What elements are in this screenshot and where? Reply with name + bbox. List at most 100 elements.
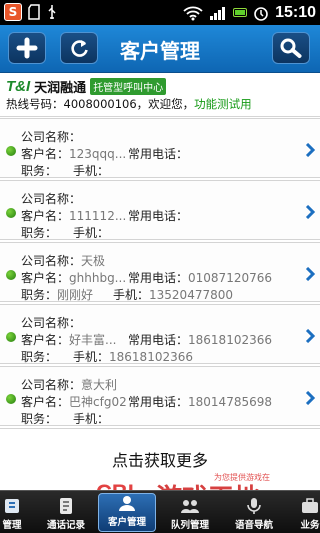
phone-label: 常用电话：	[128, 395, 189, 409]
phone-line: 常用电话：18618102366	[128, 331, 272, 348]
user-name-link[interactable]: 功能测试用	[194, 97, 252, 111]
brand-name: 天润融通	[34, 81, 87, 96]
tab-label: 客户管理	[107, 517, 146, 528]
title-bar: 客户管理	[0, 25, 320, 73]
company-label: 公司名称：	[21, 378, 82, 392]
phone-value: 18014785698	[188, 395, 272, 409]
name-line: 客户名：123qqq...	[21, 145, 126, 162]
company-value: 意大利	[81, 378, 118, 392]
tab-call-log[interactable]: 通话记录	[38, 491, 94, 533]
tab-label: 语音导航	[234, 520, 273, 531]
brand-tag: 托管型呼叫中心	[90, 78, 167, 95]
tab-queue-management[interactable]: 队列管理	[162, 491, 218, 533]
load-more-button[interactable]: 点击获取更多	[0, 428, 320, 490]
phone-label: 常用电话：	[128, 147, 189, 161]
tab-manage[interactable]: 管理	[0, 491, 34, 533]
company-line: 公司名称：天极	[21, 252, 105, 269]
position-label: 职务：	[21, 226, 58, 240]
customer-label: 客户名：	[21, 333, 70, 347]
position-label: 职务：	[21, 288, 58, 302]
clock: 15:10	[275, 3, 316, 21]
battery-icon	[233, 8, 248, 17]
online-status-icon	[6, 270, 16, 280]
mobile-line: 手机：18618102366	[73, 348, 193, 365]
phone-value: 01087120766	[188, 271, 272, 285]
tab-business[interactable]: 业务	[290, 491, 320, 533]
phone-line: 常用电话：	[128, 207, 188, 224]
customer-row[interactable]: 公司名称： 客户名：123qqq... 常用电话： 职务： 手机：	[0, 118, 320, 178]
mobile-line: 手机：	[73, 162, 109, 179]
position-line: 职务：	[21, 410, 57, 427]
brand-banner: T&I 天润融通 托管型呼叫中心 热线号码：4008000106，欢迎您，功能测…	[0, 73, 320, 117]
name-line: 客户名：好丰富...	[21, 331, 116, 348]
name-line: 客户名：111112...	[21, 207, 126, 224]
phone-label: 常用电话：	[128, 271, 189, 285]
phone-label: 常用电话：	[128, 209, 189, 223]
chevron-right-icon	[305, 205, 316, 219]
sd-card-icon	[28, 4, 40, 20]
customer-icon	[119, 496, 135, 511]
mobile-value: 13520477800	[149, 288, 233, 302]
company-line: 公司名称：	[21, 190, 81, 207]
status-bar: S 15:10	[0, 0, 320, 25]
company-line: 公司名称：	[21, 128, 81, 145]
customer-row[interactable]: 公司名称：天极 客户名：ghhhbg... 常用电话：01087120766 职…	[0, 242, 320, 302]
customer-value: ghhhbg...	[69, 271, 127, 285]
chevron-right-icon	[305, 143, 316, 157]
search-button[interactable]	[272, 32, 310, 64]
name-line: 客户名：ghhhbg...	[21, 269, 126, 286]
company-value: 天极	[81, 254, 106, 268]
position-label: 职务：	[21, 412, 58, 426]
customer-row[interactable]: 公司名称： 客户名：好丰富... 常用电话：18618102366 职务： 手机…	[0, 304, 320, 364]
phone-line: 常用电话：18014785698	[128, 393, 272, 410]
company-label: 公司名称：	[21, 316, 82, 330]
wifi-icon	[183, 6, 203, 20]
online-status-icon	[6, 208, 16, 218]
position-value: 刚刚好	[57, 288, 94, 302]
customer-label: 客户名：	[21, 147, 70, 161]
mobile-line: 手机：	[73, 410, 109, 427]
customer-row[interactable]: 公司名称：意大利 客户名：巴神cfg02 常用电话：18014785698 职务…	[0, 366, 320, 426]
phone-line: 常用电话：	[128, 145, 188, 162]
signal-icon	[210, 6, 226, 20]
hotline-text: 热线号码：4008000106，欢迎您，功能测试用	[6, 96, 252, 112]
customer-value: 好丰富...	[69, 333, 117, 347]
company-label: 公司名称：	[21, 192, 82, 206]
position-line: 职务：	[21, 224, 57, 241]
bottom-tab-bar: 管理 通话记录 客户管理 队列管理 语音导航 业务	[0, 490, 320, 533]
mobile-line: 手机：13520477800	[113, 286, 233, 303]
position-line: 职务：	[21, 162, 57, 179]
online-status-icon	[6, 332, 16, 342]
customer-value: 巴神cfg02	[69, 395, 127, 409]
load-more-label: 点击获取更多	[111, 451, 208, 470]
customer-row[interactable]: 公司名称： 客户名：111112... 常用电话： 职务： 手机：	[0, 180, 320, 240]
tab-label: 管理	[2, 520, 22, 531]
company-label: 公司名称：	[21, 254, 82, 268]
mobile-value: 18618102366	[109, 350, 193, 364]
hotline-prefix: 热线号码：4008000106，欢迎您，	[6, 97, 195, 111]
online-status-icon	[6, 146, 16, 156]
customer-value: 123qqq...	[69, 147, 127, 161]
chevron-right-icon	[305, 329, 316, 343]
voice-nav-icon	[247, 498, 261, 514]
phone-label: 常用电话：	[128, 333, 189, 347]
queue-icon	[181, 500, 199, 513]
contacts-icon	[5, 499, 19, 513]
tab-label: 业务	[300, 520, 320, 531]
tab-customer-management[interactable]: 客户管理	[98, 493, 156, 532]
position-label: 职务：	[21, 350, 58, 364]
brand-logo: T&I	[6, 78, 31, 95]
mobile-label: 手机：	[73, 226, 110, 240]
call-log-icon	[60, 498, 72, 514]
name-line: 客户名：巴神cfg02	[21, 393, 127, 410]
usb-icon	[48, 5, 56, 19]
search-icon	[280, 38, 302, 58]
business-icon	[302, 498, 318, 513]
customer-label: 客户名：	[21, 271, 70, 285]
mobile-line: 手机：	[73, 224, 109, 241]
chevron-right-icon	[305, 391, 316, 405]
tab-voice-navigation[interactable]: 语音导航	[226, 491, 282, 533]
customer-label: 客户名：	[21, 395, 70, 409]
company-line: 公司名称：	[21, 314, 81, 331]
company-line: 公司名称：意大利	[21, 376, 117, 393]
